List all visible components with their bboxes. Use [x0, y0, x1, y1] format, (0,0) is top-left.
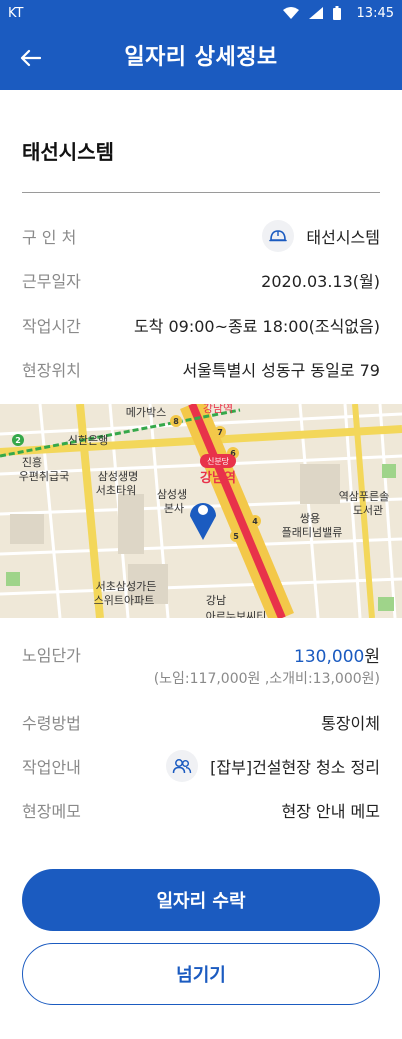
- map-label: 플래티넘밸류: [282, 526, 343, 539]
- work-date-value: 2020.03.13(월): [261, 272, 380, 291]
- station-number: 2: [15, 436, 21, 445]
- station-number: 8: [173, 417, 179, 426]
- app-bar: 일자리 상세정보: [0, 26, 402, 90]
- map-label: 스위트아파트: [94, 594, 155, 607]
- payment-method-label: 수령방법: [22, 714, 81, 733]
- station-number: 5: [233, 532, 239, 541]
- employer-row: 구 인 처 태선시스템: [22, 220, 380, 252]
- map-label: 신분당: [207, 456, 230, 466]
- clock: 13:45: [356, 5, 394, 21]
- work-guide-row: 작업안내 [잡부]건설현장 청소 정리: [22, 750, 380, 782]
- carrier-label: KT: [8, 5, 24, 21]
- map-label: 강남: [206, 594, 226, 607]
- map-label: 도서관: [353, 504, 383, 517]
- signal-icon: [308, 7, 323, 19]
- wage-breakdown: (노임:117,000원 ,소개비:13,000원): [153, 671, 380, 687]
- work-date-label: 근무일자: [22, 272, 81, 291]
- work-guide-label: 작업안내: [22, 758, 81, 777]
- site-memo-value: 현장 안내 메모: [281, 802, 381, 821]
- map-label: 아르누보씨티: [206, 610, 267, 618]
- map-label: 서초삼성가든: [96, 580, 157, 593]
- map-label: 서초타워: [96, 484, 136, 497]
- wage-label: 노임단가: [22, 646, 81, 665]
- station-number: 4: [252, 517, 258, 526]
- wifi-icon: [282, 7, 299, 19]
- status-bar: KT 13:45: [0, 0, 402, 26]
- map-label: 우편취급국: [19, 470, 70, 483]
- employer-value: 태선시스템: [306, 228, 380, 247]
- map-label: 쌍용: [300, 512, 320, 525]
- page-title: 일자리 상세정보: [124, 45, 278, 70]
- map-label: 강남역: [200, 470, 236, 486]
- employer-label: 구 인 처: [22, 228, 77, 247]
- site-location-row: 현장위치 서울특별시 성동구 동일로 79: [22, 355, 380, 383]
- status-icons: 13:45: [282, 5, 394, 21]
- map-label: 삼성생: [157, 488, 187, 501]
- wage-number: 130,000: [294, 647, 365, 667]
- map-label: 메가박스: [126, 406, 166, 419]
- site-memo-label: 현장메모: [22, 802, 81, 821]
- accept-job-button[interactable]: 일자리 수락: [22, 869, 380, 931]
- station-number: 7: [217, 428, 223, 437]
- site-location-value: 서울특별시 성동구 동일로 79: [182, 361, 380, 380]
- battery-icon: [332, 6, 341, 20]
- people-icon: [166, 750, 199, 782]
- divider: [22, 192, 380, 193]
- map-label: 강남역: [203, 404, 233, 415]
- work-time-label: 작업시간: [22, 317, 81, 336]
- map-label: 신한은행: [68, 434, 108, 447]
- site-memo-row: 현장메모 현장 안내 메모: [22, 796, 380, 824]
- payment-method-value: 통장이체: [321, 714, 380, 733]
- company-name: 태선시스템: [22, 140, 114, 164]
- map-label: 삼성생명: [98, 470, 138, 483]
- work-date-row: 근무일자 2020.03.13(월): [22, 266, 380, 294]
- map-label: 역삼푸른솔: [339, 490, 390, 503]
- skip-button[interactable]: 넘기기: [22, 943, 380, 1005]
- work-guide-value: [잡부]건설현장 청소 정리: [210, 758, 380, 777]
- map-label: 본사: [164, 502, 184, 515]
- payment-method-row: 수령방법 통장이체: [22, 708, 380, 736]
- map-label: 진흥: [22, 455, 42, 469]
- helmet-icon: [262, 220, 295, 252]
- wage-unit: 원: [364, 647, 380, 667]
- wage-amount: 130,000원: [294, 642, 380, 667]
- work-time-row: 작업시간 도착 09:00~종료 18:00(조식없음): [22, 311, 380, 339]
- site-location-label: 현장위치: [22, 361, 81, 380]
- work-time-value: 도착 09:00~종료 18:00(조식없음): [133, 317, 380, 336]
- location-map[interactable]: 2 8 7 6 4 5 신분당 메가박스 강남역 신한은행 진흥 우편취급국 삼…: [0, 404, 402, 618]
